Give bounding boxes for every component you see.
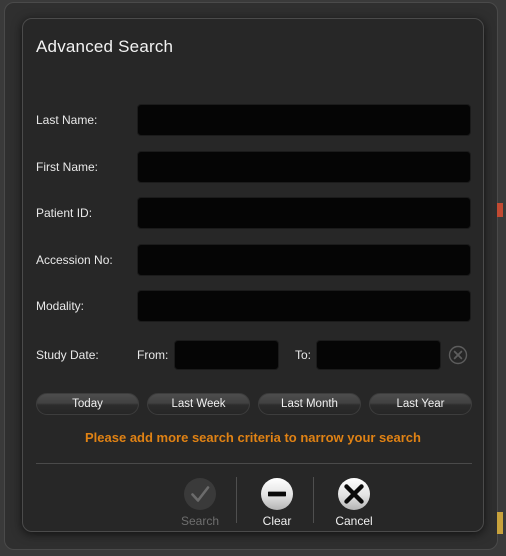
edge-indicator-red <box>497 203 503 217</box>
form-row-modality: Modality: <box>23 290 483 322</box>
edge-indicator-amber <box>497 512 503 534</box>
label-modality: Modality: <box>36 299 85 313</box>
quick-range-last-week[interactable]: Last Week <box>147 393 250 415</box>
advanced-search-dialog: Advanced Search Last Name: First Name: P… <box>22 18 484 532</box>
label-date-to: To: <box>295 348 312 362</box>
study-date-to-input[interactable] <box>316 340 441 370</box>
search-criteria-warning: Please add more search criteria to narro… <box>85 430 421 445</box>
label-date-from: From: <box>137 348 169 362</box>
label-last-name: Last Name: <box>36 113 98 127</box>
app-background: Advanced Search Last Name: First Name: P… <box>0 0 506 556</box>
form-row-patient-id: Patient ID: <box>23 197 483 229</box>
cancel-button[interactable]: Cancel <box>317 471 391 529</box>
clear-button[interactable]: Clear <box>240 471 314 529</box>
label-first-name: First Name: <box>36 160 99 174</box>
minus-circle-icon <box>259 476 295 512</box>
last-name-input[interactable] <box>137 104 471 136</box>
study-date-from-input[interactable] <box>174 340 279 370</box>
first-name-input[interactable] <box>137 151 471 183</box>
label-patient-id: Patient ID: <box>36 206 93 220</box>
form-row-last-name: Last Name: <box>23 104 483 136</box>
cancel-button-label: Cancel <box>335 513 373 528</box>
label-accession-no: Accession No: <box>36 253 113 267</box>
footer-separator <box>36 463 472 464</box>
form-row-study-date: Study Date: From: To: <box>23 337 483 373</box>
form-row-first-name: First Name: <box>23 151 483 183</box>
search-button[interactable]: Search <box>163 471 237 529</box>
quick-range-last-year[interactable]: Last Year <box>369 393 472 415</box>
quick-range-today[interactable]: Today <box>36 393 139 415</box>
quick-range-last-month[interactable]: Last Month <box>258 393 361 415</box>
accession-no-input[interactable] <box>137 244 471 276</box>
x-circle-icon <box>336 476 372 512</box>
check-circle-icon <box>182 476 218 512</box>
circle-x-icon[interactable] <box>448 345 468 365</box>
clear-button-label: Clear <box>262 513 292 528</box>
modality-input[interactable] <box>137 290 471 322</box>
quick-range-bar: Today Last Week Last Month Last Year <box>36 393 472 415</box>
label-study-date: Study Date: <box>36 348 99 362</box>
patient-id-input[interactable] <box>137 197 471 229</box>
action-bar: Search Clear Cancel <box>23 471 483 529</box>
search-button-label: Search <box>180 513 220 528</box>
form-row-accession-no: Accession No: <box>23 244 483 276</box>
dialog-title: Advanced Search <box>36 37 174 56</box>
